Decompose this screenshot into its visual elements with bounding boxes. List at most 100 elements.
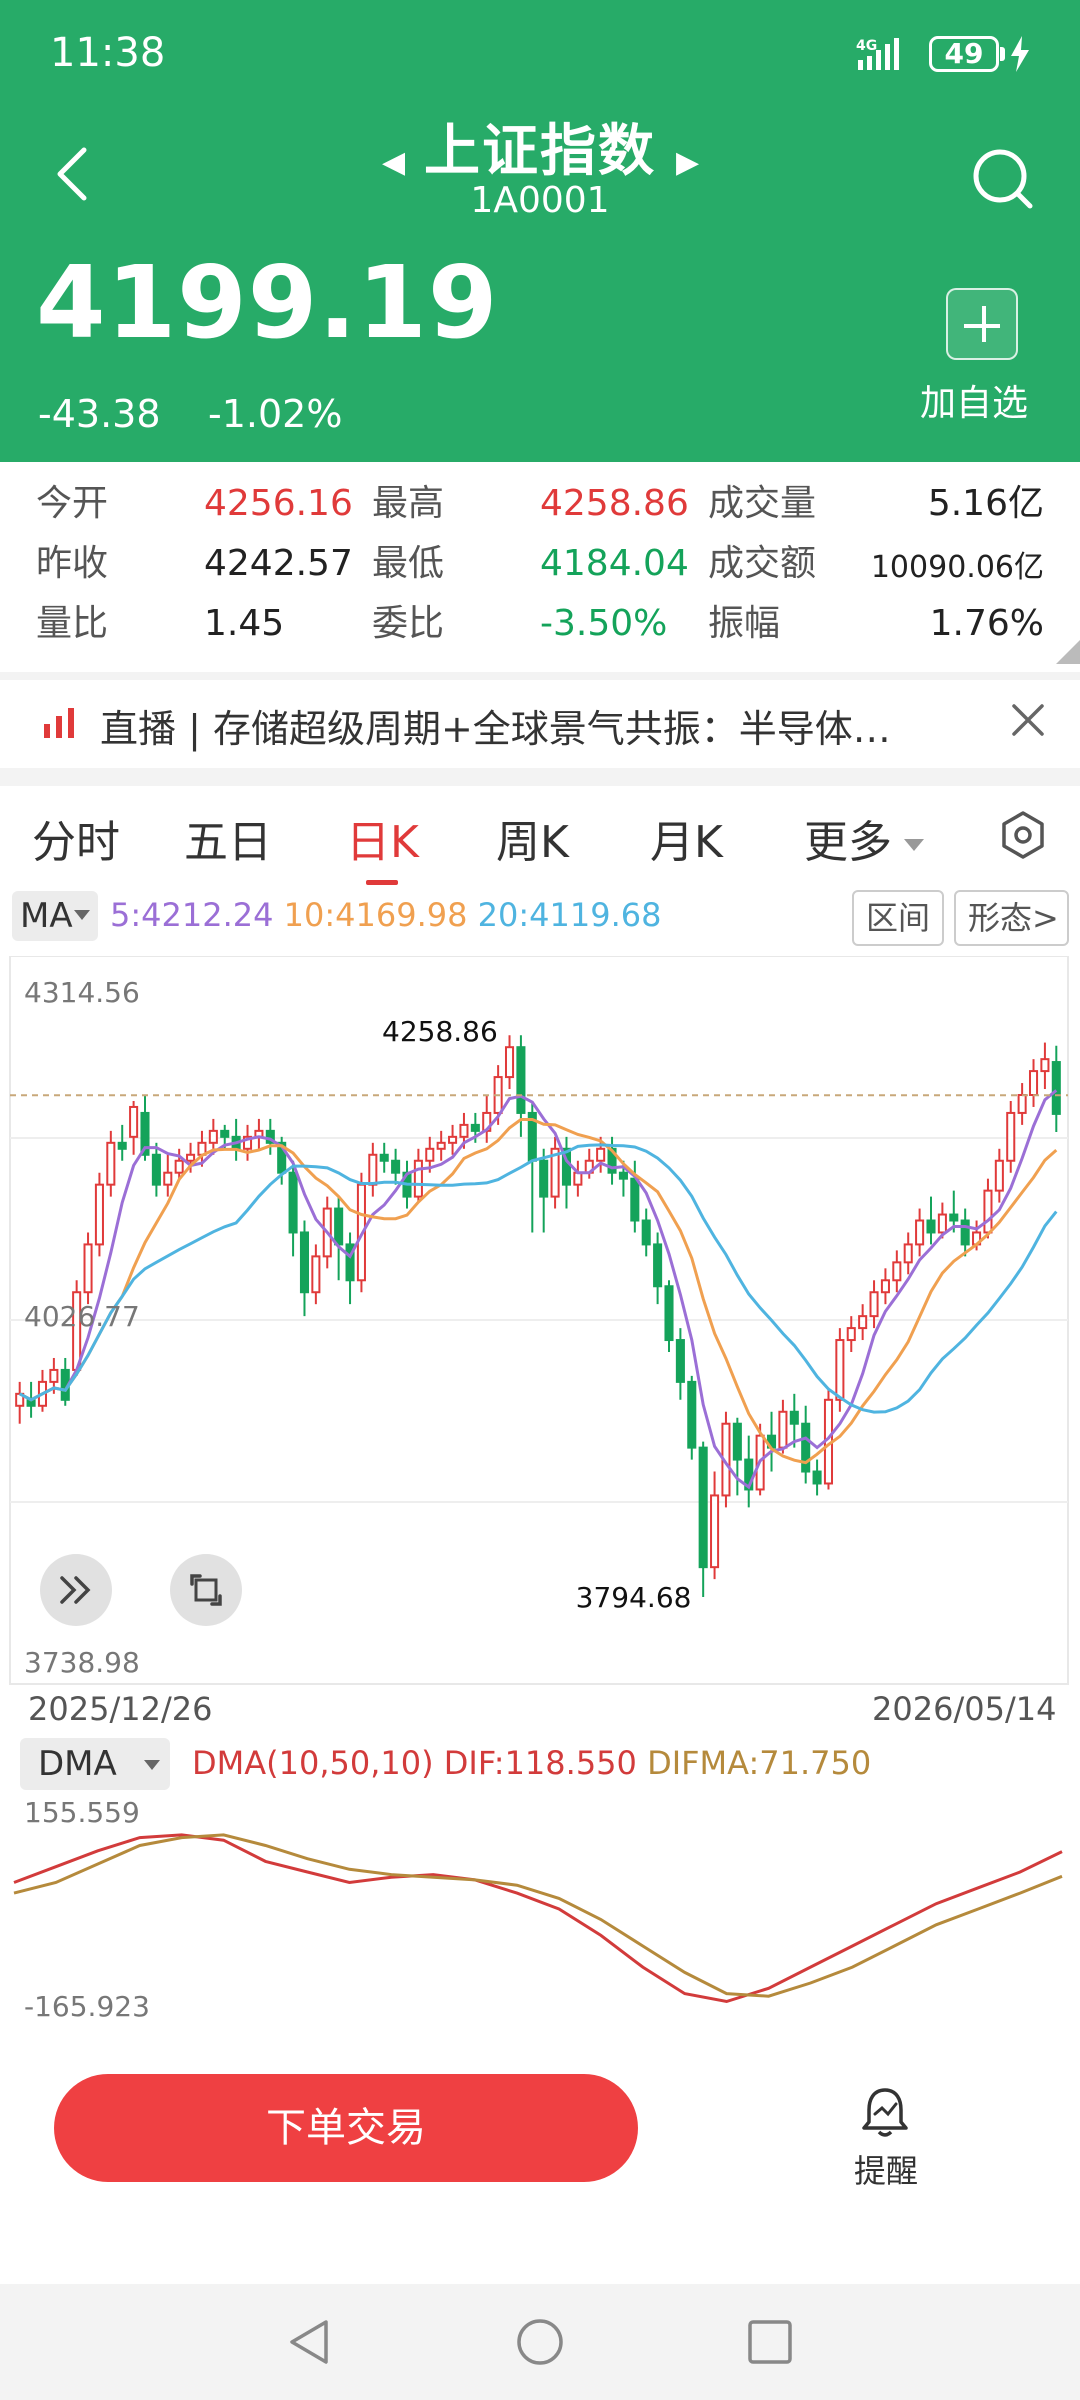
current-price: 4199.19 [36,244,499,361]
settings-icon[interactable] [998,810,1048,860]
tab-weekly-k[interactable]: 周K [496,806,569,870]
add-watchlist-button[interactable] [946,288,1018,360]
double-chevron-right-icon [60,1576,91,1604]
nav-home-icon[interactable] [512,2314,568,2370]
sub-indicator-label: DMA [38,1744,117,1784]
indicator-selector-label: MA [20,896,73,936]
candle-body [163,1171,173,1186]
nav-back-icon[interactable] [282,2314,338,2370]
candle-body [186,1153,196,1162]
dif-line [13,1833,1063,2004]
alert-label[interactable]: 提醒 [854,2146,918,2192]
active-tab-indicator [366,880,398,885]
candle-body [653,1243,663,1288]
candle-body [789,1410,799,1425]
candle-body [983,1189,993,1234]
candle-body [664,1285,674,1342]
candle-body [641,1219,651,1246]
candle-body [710,1494,720,1569]
stat-value-volume: 5.16亿 [927,483,1044,524]
candle-body [459,1123,469,1138]
quote-stats: 今开 4256.16 最高 4258.86 成交量 5.16亿 昨收 4242.… [0,462,1080,672]
high-price-label: 4258.86 [382,1015,498,1048]
chevron-down-icon [904,839,924,851]
x-axis-end-date: 2026/05/14 [872,1690,1057,1728]
candle-body [892,1261,902,1282]
candle-body [368,1153,378,1186]
chevron-down-icon [74,910,90,920]
period-tabs: 分时 五日 日K 周K 月K 更多 [0,786,1080,886]
stat-label-amplitude: 振幅 [708,603,781,644]
dma-y-min-label: -165.923 [24,1990,150,2020]
bell-icon[interactable] [860,2086,910,2138]
next-stock-icon[interactable]: ▶ [676,145,699,180]
stock-code: 1A0001 [470,180,610,221]
candle-body [903,1243,913,1264]
trade-button[interactable]: 下单交易 [54,2074,638,2182]
tab-more-label: 更多 [804,817,892,868]
system-nav-bar [0,2284,1080,2400]
tab-more[interactable]: 更多 [804,806,924,870]
expand-left-button[interactable] [40,1554,112,1626]
expand-stats-icon[interactable] [1056,640,1080,664]
dma-chart[interactable]: 155.559 -165.923 [0,1792,1080,2020]
tab-monthly-k[interactable]: 月K [650,806,723,870]
ma5-value: 5:4212.24 [110,896,274,934]
candle-body [1040,1058,1050,1073]
tab-intraday[interactable]: 分时 [32,806,120,870]
candlestick-chart[interactable]: 4314.56 4026.77 3738.98 4258.86 3794.68 [0,956,1080,1686]
candle-body [288,1171,298,1234]
candle-body [220,1129,230,1138]
candle-body [732,1422,742,1461]
battery-cap [1000,47,1005,61]
dma-difma-value: DIFMA:71.750 [647,1744,872,1782]
ma-lines-group [19,1089,1058,1490]
y-axis-min-label: 3738.98 [24,1646,140,1679]
news-headline[interactable]: 直播 | 存储超级周期+全球景气共振：半导体… [100,698,960,753]
candle-body [573,1171,583,1186]
news-ticker[interactable]: 直播 | 存储超级周期+全球景气共振：半导体… [0,680,1080,768]
candle-body [949,1213,959,1222]
add-watchlist-label[interactable]: 加自选 [920,374,1028,426]
stat-label-volume-ratio: 量比 [36,603,109,644]
stat-value-low: 4184.04 [540,543,689,584]
close-icon[interactable] [1008,700,1048,740]
candle-body [470,1123,480,1132]
difma-line [13,1833,1063,1998]
ma-values: 5:4212.24 10:4169.98 20:4119.68 [110,896,661,934]
range-button[interactable]: 区间 [852,890,945,946]
ma20-value: 20:4119.68 [477,896,662,934]
header: 11:38 4G 49 ◀ 上证指数 ▶ 1A0001 4199.19 -43.… [0,0,1080,462]
stat-value-amplitude: 1.76% [929,603,1044,644]
nav-recents-icon[interactable] [742,2314,798,2370]
candle-body [49,1368,59,1383]
tab-daily-k[interactable]: 日K [346,806,419,870]
candle-body [869,1291,879,1318]
charging-icon [1011,36,1029,72]
status-time: 11:38 [50,30,166,76]
price-change-percent: -1.02% [208,392,343,436]
candle-body [129,1105,139,1138]
signal-icon: 4G [856,38,899,70]
stat-label-prev-close: 昨收 [36,543,109,584]
candle-body [299,1231,310,1294]
stat-value-turnover: 10090.06亿 [870,550,1044,585]
candle-body [516,1046,526,1114]
price-change: -43.38 [38,392,161,436]
candle-body [630,1177,640,1222]
stat-label-low: 最低 [372,543,445,584]
pattern-button[interactable]: 形态> [954,890,1069,946]
dma-dif-value: DIF:118.550 [443,1744,637,1782]
stat-label-order-ratio: 委比 [372,603,445,644]
stock-name: 上证指数 [424,119,656,184]
fullscreen-button[interactable] [170,1554,242,1626]
candle-body [391,1159,401,1174]
candle-body [539,1159,549,1198]
dma-y-max-label: 155.559 [24,1796,140,1829]
dma-legend: DMA(10,50,10) DIF:118.550 DIFMA:71.750 [192,1744,871,1782]
search-icon[interactable] [968,144,1038,214]
candle-body [858,1315,868,1330]
tab-five-day[interactable]: 五日 [184,806,272,870]
candle-body [880,1279,890,1294]
kline-chart-panel: MA 5:4212.24 10:4169.98 20:4119.68 区间 形态… [0,886,1080,2020]
